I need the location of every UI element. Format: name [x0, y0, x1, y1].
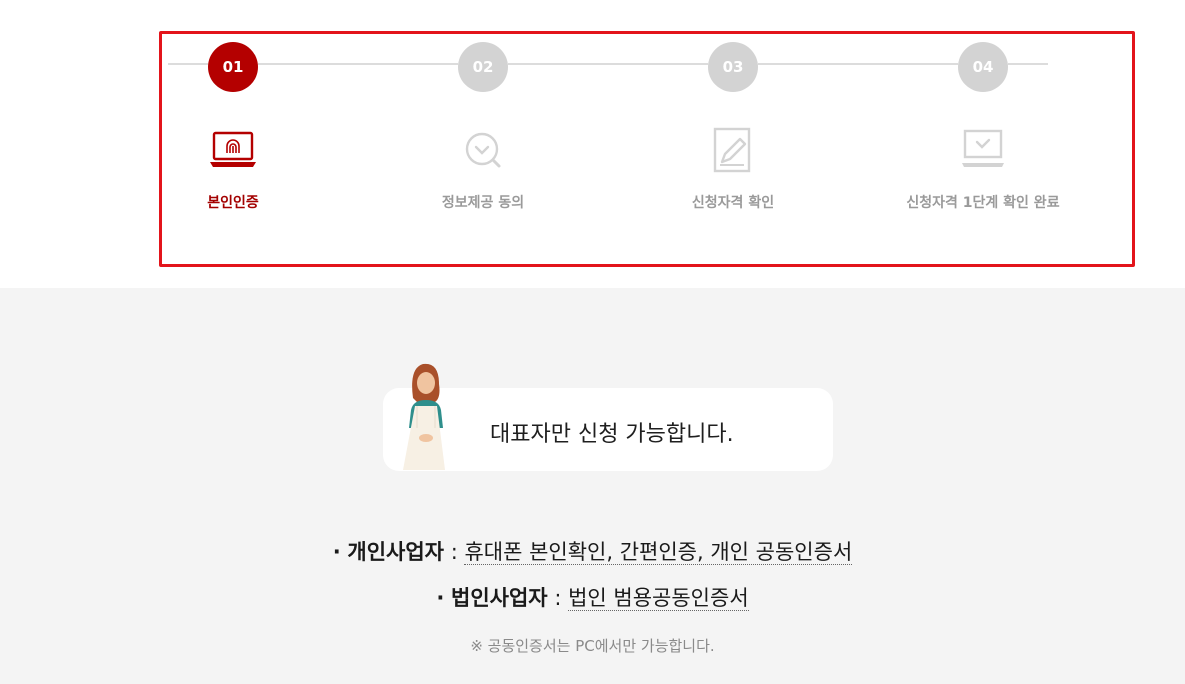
- method-title: 개인사업자: [347, 540, 444, 564]
- step-progress-highlight: [159, 31, 1135, 267]
- method-description: 법인 범용공동인증서: [568, 586, 749, 611]
- bullet: ·: [332, 540, 341, 564]
- method-separator: :: [450, 540, 458, 564]
- notice-text: 대표자만 신청 가능합니다.: [490, 422, 734, 447]
- bullet: ·: [436, 586, 445, 610]
- method-description: 휴대폰 본인확인, 간편인증, 개인 공동인증서: [464, 540, 853, 565]
- method-title: 법인사업자: [451, 586, 548, 610]
- method-individual: · 개인사업자 : 휴대폰 본인확인, 간편인증, 개인 공동인증서: [0, 536, 1185, 566]
- step-header: 01 02 03 04 본인인증 정보제공 동의 신청자격 확인 신청자격 1단…: [0, 0, 1185, 288]
- certificate-footnote: ※ 공동인증서는 PC에서만 가능합니다.: [470, 637, 715, 655]
- method-separator: :: [554, 586, 562, 610]
- method-corporate: · 법인사업자 : 법인 범용공동인증서: [0, 582, 1185, 612]
- woman-illustration: [403, 363, 445, 470]
